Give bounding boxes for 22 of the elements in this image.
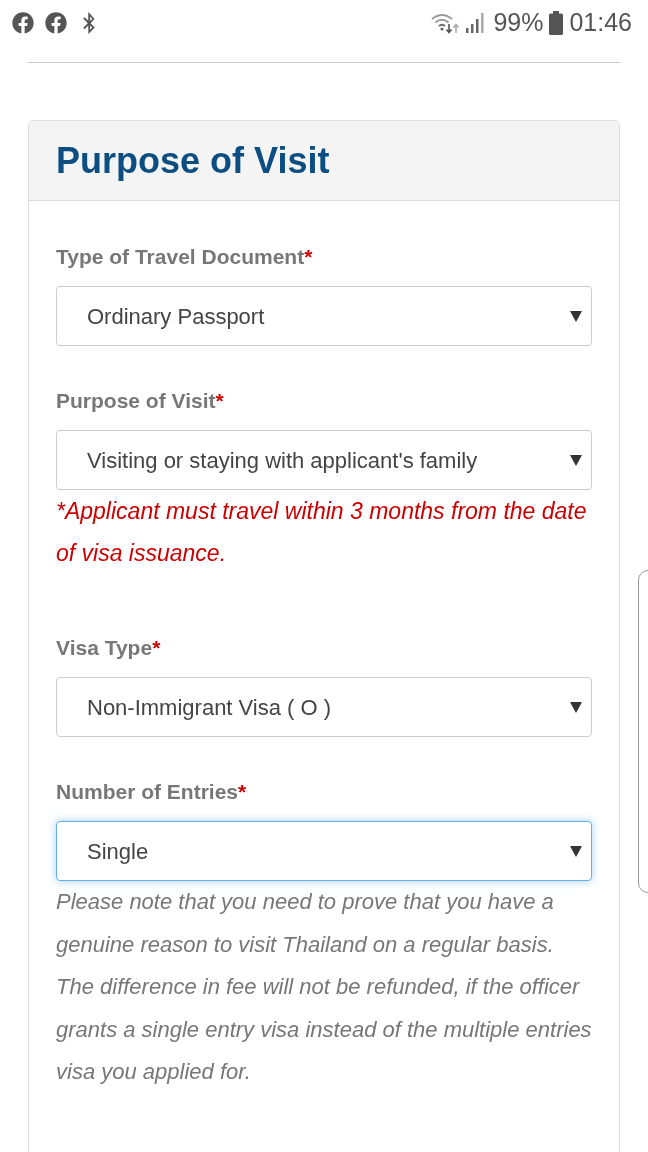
- facebook-icon: [45, 11, 67, 34]
- field-label: Purpose of Visit*: [56, 388, 225, 414]
- battery-percentage: 99%: [493, 6, 544, 38]
- clock-time: 01:46: [569, 6, 632, 38]
- warning-note: *Applicant must travel within 3 months from the date of visa issuance.: [56, 497, 588, 568]
- caret-icon: [570, 845, 582, 857]
- dropdown-field[interactable]: Single: [56, 821, 592, 881]
- caret-icon: [570, 701, 582, 713]
- caret-icon: [570, 454, 582, 466]
- field-label: Number of Entries*: [56, 779, 248, 805]
- field-label: Visa Type*: [56, 635, 162, 661]
- facebook-icon: [12, 11, 34, 34]
- signal-icon: [466, 11, 485, 34]
- field-label: Type of Travel Document*: [56, 244, 314, 270]
- dropdown-field[interactable]: Visiting or staying with applicant's family: [56, 430, 592, 490]
- dropdown-field[interactable]: Non-Immigrant Visa ( O ): [56, 677, 592, 737]
- wifi-icon: [430, 11, 461, 34]
- dropdown-field[interactable]: Ordinary Passport: [56, 286, 592, 346]
- section-title: Purpose of Visit: [56, 142, 330, 179]
- battery-icon: [549, 10, 564, 35]
- help-text: Please note that you need to prove that you have a genuine reason to visit Thailand on a regular basis. The difference in fee will not be refunded, if the officer grants a single entry visa instead of the multiple entries visa you applied for.: [56, 888, 592, 1086]
- caret-icon: [570, 310, 582, 322]
